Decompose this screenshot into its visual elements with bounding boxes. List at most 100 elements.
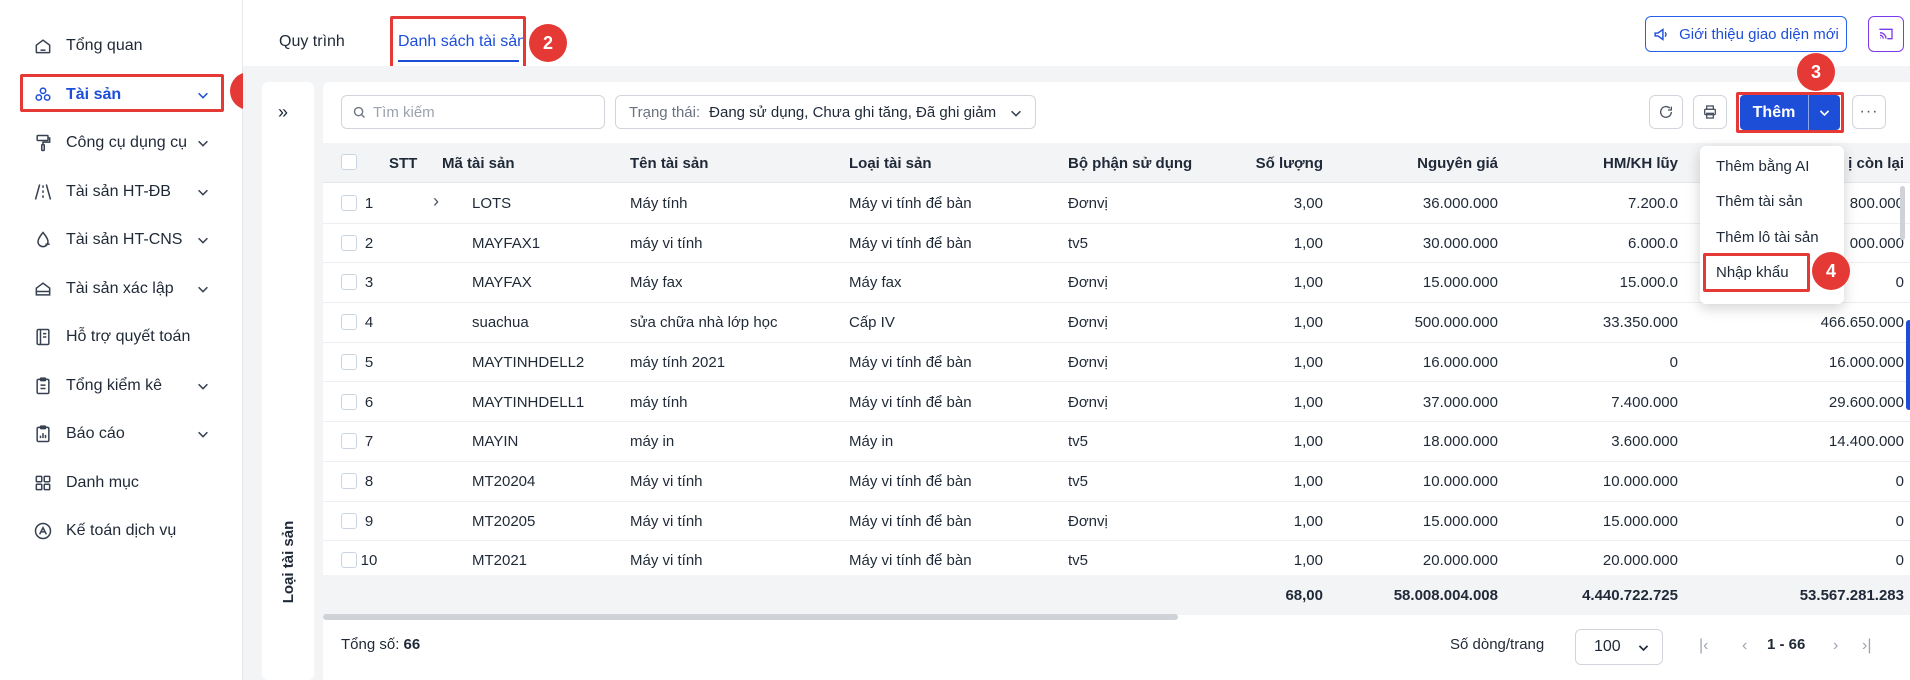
expand-row-icon[interactable]: › bbox=[433, 191, 439, 212]
chevron-down-icon[interactable] bbox=[196, 136, 210, 150]
col-depr[interactable]: HM/KH lũy bbox=[1523, 155, 1678, 172]
cell-cost: 18.000.000 bbox=[1422, 433, 1498, 451]
asset-type-panel: » Loại tài sản bbox=[262, 82, 314, 680]
cell-name: sửa chữa nhà lớp học bbox=[630, 314, 778, 332]
search-input[interactable]: Tìm kiếm bbox=[341, 95, 605, 129]
chevron-down-icon[interactable] bbox=[196, 185, 210, 199]
col-type[interactable]: Loại tài sản bbox=[849, 155, 932, 172]
cell-dept: tv5 bbox=[1068, 433, 1089, 451]
sidebar-item-inventory[interactable]: Tổng kiểm kê bbox=[0, 362, 242, 411]
table-row[interactable]: 7 MAYIN máy in Máy in tv5 1,00 18.000.000 3.600… bbox=[323, 422, 1910, 462]
refresh-button[interactable] bbox=[1649, 95, 1683, 129]
sidebar-item-overview[interactable]: Tổng quan bbox=[0, 22, 242, 71]
total-count-value: 66 bbox=[403, 636, 421, 653]
menu-item-add-asset[interactable]: Thêm tài sản bbox=[1716, 193, 1803, 210]
select-all-checkbox[interactable] bbox=[341, 154, 357, 170]
report-icon bbox=[32, 423, 54, 445]
col-name[interactable]: Tên tài sản bbox=[630, 155, 708, 172]
table-row[interactable]: 2 MAYFAX1 máy vi tính Máy vi tính để bàn tv5… bbox=[323, 223, 1910, 264]
cell-cost: 10.000.000 bbox=[1422, 472, 1498, 490]
intro-new-ui-button[interactable]: Giới thiệu giao diện mới bbox=[1645, 16, 1847, 52]
cell-qty: 1,00 bbox=[1293, 512, 1323, 530]
cell-stt: 4 bbox=[364, 314, 374, 332]
expand-panel-icon[interactable]: » bbox=[278, 102, 288, 123]
clipboard-icon bbox=[32, 375, 54, 397]
cell-dept: Đơnvị bbox=[1068, 274, 1108, 292]
status-filter-value: Đang sử dụng, Chưa ghi tăng, Đã ghi giảm bbox=[709, 103, 997, 121]
table-row[interactable]: 9 MT20205 Máy vi tính Máy vi tính để bàn Đơn… bbox=[323, 501, 1910, 542]
cell-stt: 3 bbox=[364, 274, 374, 292]
table-row[interactable]: 6 MAYTINHDELL1 máy tính Máy vi tính để bàn Đ… bbox=[323, 382, 1910, 423]
sidebar-item-tools[interactable]: Công cụ dụng cụ bbox=[0, 119, 242, 168]
cell-remain: 0 bbox=[1895, 552, 1904, 570]
col-cost[interactable]: Nguyên giá bbox=[1343, 155, 1498, 172]
table-row[interactable]: 8 MT20204 Máy vi tính Máy vi tính để bàn tv5… bbox=[323, 461, 1910, 502]
cell-name: Máy vi tính bbox=[630, 472, 703, 490]
chevron-down-icon[interactable] bbox=[196, 233, 210, 247]
table-row[interactable]: › 1 LOTS Máy tính Máy vi tính để bàn Đơnvị 3,0… bbox=[323, 184, 1910, 224]
cell-remain: 466.650.000 bbox=[1820, 314, 1904, 332]
cell-name: máy tính 2021 bbox=[630, 353, 726, 371]
table-row[interactable]: 3 MAYFAX Máy fax Máy fax Đơnvị 1,00 15.000.000… bbox=[323, 263, 1910, 304]
chevron-down-icon[interactable] bbox=[196, 427, 210, 441]
cell-type: Máy vi tính để bàn bbox=[849, 472, 972, 490]
sidebar-item-water-assets[interactable]: Tài sản HT-CNS bbox=[0, 216, 242, 265]
side-accent-handle[interactable] bbox=[1906, 320, 1910, 410]
cell-code: MAYFAX1 bbox=[472, 234, 541, 252]
cell-remain: 14.400.000 bbox=[1828, 433, 1904, 451]
cell-code: MAYIN bbox=[472, 433, 519, 451]
cell-cost: 15.000.000 bbox=[1422, 274, 1498, 292]
menu-item-add-ai[interactable]: Thêm bằng AI bbox=[1716, 158, 1809, 175]
cell-code: MT20204 bbox=[472, 472, 536, 490]
col-stt[interactable]: STT bbox=[389, 155, 417, 172]
megaphone-icon bbox=[1654, 27, 1667, 41]
chevron-down-icon[interactable] bbox=[196, 379, 210, 393]
chevron-down-icon bbox=[1638, 645, 1649, 652]
last-page-button[interactable]: ›| bbox=[1862, 637, 1871, 655]
cell-remain: 0 bbox=[1895, 472, 1904, 490]
cell-cost: 500.000.000 bbox=[1414, 314, 1498, 332]
horizontal-scrollbar[interactable] bbox=[323, 614, 1178, 620]
cell-name: máy vi tính bbox=[630, 234, 703, 252]
sidebar-item-reports[interactable]: Báo cáo bbox=[0, 410, 242, 459]
col-qty[interactable]: Số lượng bbox=[1223, 155, 1323, 172]
annotation-badge-3: 3 bbox=[1797, 53, 1835, 91]
cell-dept: Đơnvị bbox=[1068, 195, 1108, 212]
sidebar-item-settlement[interactable]: Hỗ trợ quyết toán bbox=[0, 313, 242, 362]
col-dept[interactable]: Bộ phận sử dụng bbox=[1068, 155, 1192, 172]
refresh-icon bbox=[1660, 105, 1672, 118]
cell-depr: 33.350.000 bbox=[1602, 314, 1678, 332]
cell-code: LOTS bbox=[472, 195, 512, 212]
cell-type: Máy vi tính để bàn bbox=[849, 512, 972, 530]
rows-per-page-select[interactable]: 100 bbox=[1575, 629, 1663, 665]
cell-type: Máy vi tính để bàn bbox=[849, 552, 972, 570]
accounting-icon bbox=[32, 520, 54, 542]
brush-icon bbox=[32, 132, 54, 154]
rows-per-page-label: Số dòng/trang bbox=[1450, 636, 1545, 653]
totals-row: 68,00 58.008.004.008 4.440.722.725 53.56… bbox=[323, 575, 1910, 615]
table-row[interactable]: 5 MAYTINHDELL2 máy tính 2021 Máy vi tính để… bbox=[323, 342, 1910, 383]
cell-cost: 30.000.000 bbox=[1422, 234, 1498, 252]
more-options-button[interactable]: ··· bbox=[1852, 95, 1886, 129]
sidebar-item-catalog[interactable]: Danh mục bbox=[0, 459, 242, 508]
table-header: STT Mã tài sản Tên tài sản Loại tài sản … bbox=[323, 143, 1910, 183]
sidebar-item-label: Tài sản xác lập bbox=[66, 279, 174, 297]
tab-process[interactable]: Quy trình bbox=[279, 33, 345, 51]
sidebar-item-established-assets[interactable]: Tài sản xác lập bbox=[0, 265, 242, 314]
vertical-scrollbar[interactable] bbox=[1900, 186, 1905, 240]
prev-page-button[interactable]: ‹ bbox=[1742, 637, 1747, 655]
first-page-button[interactable]: |‹ bbox=[1699, 637, 1708, 655]
print-button[interactable] bbox=[1693, 95, 1727, 129]
next-page-button[interactable]: › bbox=[1833, 637, 1838, 655]
cell-type: Máy vi tính để bàn bbox=[849, 234, 972, 252]
status-filter-select[interactable]: Trạng thái: Đang sử dụng, Chưa ghi tăng,… bbox=[615, 95, 1036, 129]
sidebar-item-road-assets[interactable]: Tài sản HT-ĐB bbox=[0, 168, 242, 217]
chevron-down-icon[interactable] bbox=[196, 282, 210, 296]
sidebar-item-accounting-service[interactable]: Kế toán dịch vụ bbox=[0, 507, 242, 556]
menu-item-add-batch[interactable]: Thêm lô tài sản bbox=[1716, 229, 1819, 246]
table-row[interactable]: 4 suachua sửa chữa nhà lớp học Cấp IV Đơnvị 1… bbox=[323, 303, 1910, 343]
col-code[interactable]: Mã tài sản bbox=[442, 155, 515, 172]
sidebar-item-label: Tài sản HT-CNS bbox=[66, 231, 183, 249]
cast-button[interactable] bbox=[1868, 16, 1904, 52]
annotation-badge-2: 2 bbox=[529, 24, 567, 62]
